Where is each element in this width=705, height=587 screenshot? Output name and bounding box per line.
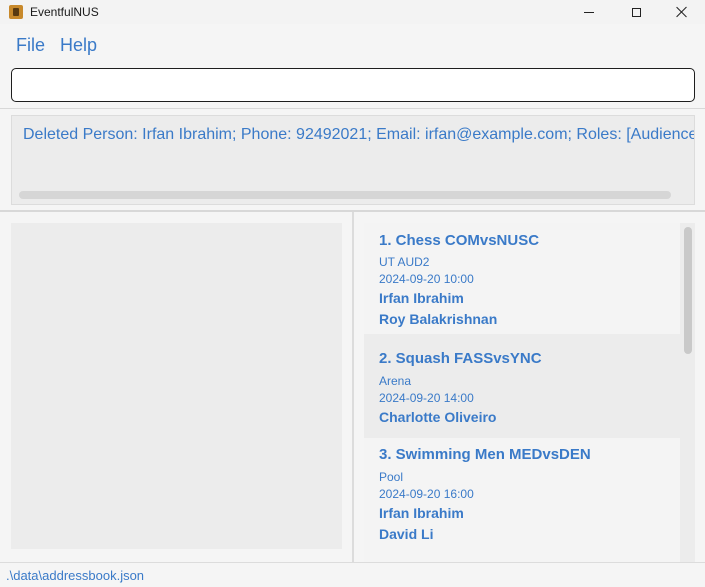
event-datetime: 2024-09-20 14:00 — [379, 391, 474, 405]
result-display-area: Deleted Person: Irfan Ibrahim; Phone: 92… — [0, 109, 705, 212]
event-card[interactable]: 1. Chess COMvsNUSC UT AUD2 2024-09-20 10… — [364, 223, 680, 334]
menu-bar: File Help — [0, 24, 705, 64]
event-title: 3. Swimming Men MEDvsDEN — [379, 446, 591, 463]
event-list-scrollbar-thumb[interactable] — [684, 227, 692, 354]
menu-help[interactable]: Help — [60, 35, 97, 55]
status-bar: .\data\addressbook.json — [0, 562, 705, 587]
event-venue: UT AUD2 — [379, 255, 430, 269]
event-title: 1. Chess COMvsNUSC — [379, 232, 540, 249]
main-content: 1. Chess COMvsNUSC UT AUD2 2024-09-20 10… — [0, 212, 705, 562]
minimize-button[interactable] — [566, 0, 612, 24]
event-person: Irfan Ibrahim — [379, 290, 464, 306]
event-card[interactable]: 3. Swimming Men MEDvsDEN Pool 2024-09-20… — [364, 438, 680, 562]
menu-file[interactable]: File — [16, 35, 45, 55]
command-box-area — [0, 64, 705, 109]
command-input[interactable] — [11, 68, 695, 102]
title-bar: EventfulNUS — [0, 0, 705, 24]
event-datetime: 2024-09-20 10:00 — [379, 272, 474, 286]
window-title: EventfulNUS — [30, 5, 99, 19]
event-venue: Pool — [379, 470, 404, 484]
event-venue: Arena — [379, 374, 412, 388]
result-horizontal-scrollbar[interactable] — [19, 191, 671, 199]
app-icon — [9, 5, 23, 19]
event-person: Charlotte Oliveiro — [379, 409, 497, 425]
event-list: 1. Chess COMvsNUSC UT AUD2 2024-09-20 10… — [364, 223, 695, 562]
result-display[interactable]: Deleted Person: Irfan Ibrahim; Phone: 92… — [11, 115, 695, 205]
person-list-panel — [11, 223, 342, 549]
minimize-icon — [584, 11, 594, 13]
event-title: 2. Squash FASSvsYNC — [379, 350, 542, 367]
close-button[interactable] — [659, 0, 705, 24]
event-datetime: 2024-09-20 16:00 — [379, 487, 474, 501]
maximize-icon — [631, 7, 641, 17]
data-file-path: .\data\addressbook.json — [6, 568, 145, 583]
event-person: Roy Balakrishnan — [379, 311, 498, 327]
event-card[interactable]: 2. Squash FASSvsYNC Arena 2024-09-20 14:… — [364, 334, 680, 438]
split-divider[interactable] — [352, 212, 354, 562]
event-person: Irfan Ibrahim — [379, 505, 464, 521]
event-person: David Li — [379, 526, 434, 542]
close-icon — [676, 6, 688, 18]
result-message: Deleted Person: Irfan Ibrahim; Phone: 92… — [23, 126, 695, 143]
maximize-button[interactable] — [613, 0, 659, 24]
